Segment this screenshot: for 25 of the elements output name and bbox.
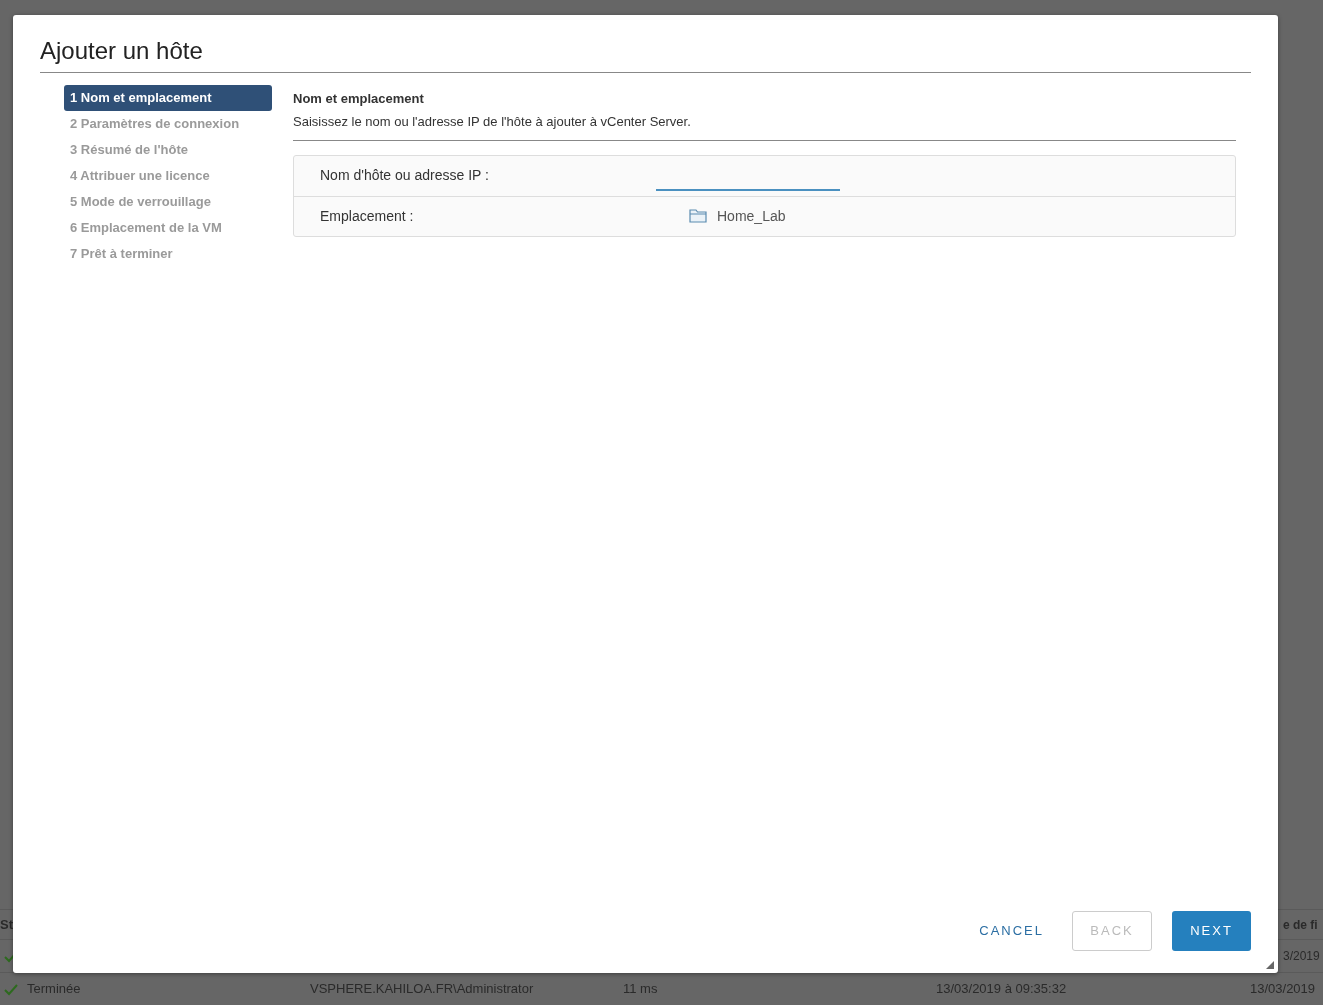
resize-grip-icon[interactable] (1266, 961, 1274, 969)
wizard-step[interactable]: 3 Résumé de l'hôte (64, 136, 272, 163)
section-heading: Nom et emplacement (293, 89, 425, 108)
cancel-link[interactable]: CANCEL (971, 911, 1052, 951)
wizard-button[interactable]: NEXT (1172, 911, 1251, 951)
wizard-step[interactable]: 7 Prêt à terminer (64, 240, 272, 267)
table-cell-text: 13/03/2019 (1250, 980, 1317, 999)
field-label: Nom d'hôte ou adresse IP : (319, 166, 490, 186)
column-header: e de fi (1282, 916, 1319, 934)
table-cell-text: VSPHERE.KAHILOA.FR\Administrator (310, 980, 535, 999)
wizard-step[interactable]: 5 Mode de verrouillage (64, 188, 272, 215)
field-value: Home_Lab (717, 206, 786, 226)
table-cell-text: 11 ms (623, 980, 659, 999)
dialog-title: Ajouter un hôte (40, 37, 1251, 73)
folder-icon (689, 209, 707, 224)
wizard-step[interactable]: 6 Emplacement de la VM (64, 214, 272, 241)
wizard-step[interactable]: 1 Nom et emplacement (64, 84, 272, 111)
column-header: St (0, 915, 14, 934)
field-label: Emplacement : (319, 206, 415, 226)
table-cell-text: Terminée (27, 980, 82, 999)
section-description: Saisissez le nom ou l'adresse IP de l'hôte à ajouter à vCenter Server. (293, 113, 692, 132)
wizard-step[interactable]: 4 Attribuer une licence (64, 162, 272, 189)
table-cell-text: 3/2019 (1282, 948, 1321, 965)
wizard-step[interactable]: 2 Paramètres de connexion (64, 110, 272, 137)
table-cell-text: 13/03/2019 à 09:35:32 (936, 980, 1068, 999)
